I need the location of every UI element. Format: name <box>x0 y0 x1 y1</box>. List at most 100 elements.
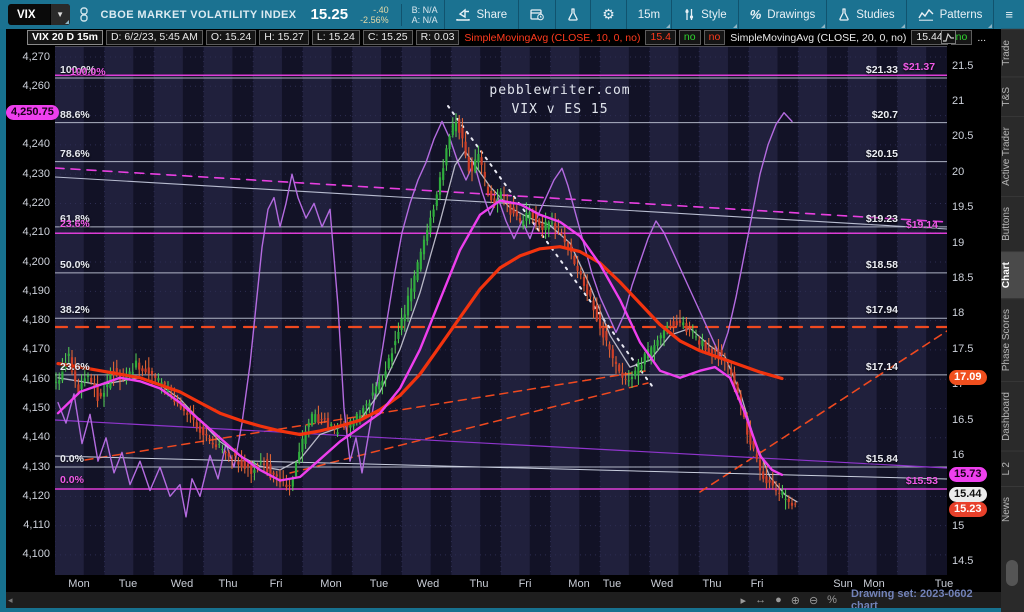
time-axis-label: Wed <box>417 578 439 590</box>
candle-body <box>452 124 454 135</box>
candle-body <box>225 452 227 453</box>
candle-body <box>471 162 473 171</box>
percent-scale-icon[interactable]: % <box>827 594 837 607</box>
sma20-label[interactable]: SimpleMovingAvg (CLOSE, 20, 0, no) <box>728 32 908 44</box>
candle-body <box>676 321 678 325</box>
candle-body <box>586 284 588 294</box>
candle-body <box>468 157 470 171</box>
settings-button[interactable]: ⚙ <box>590 0 626 29</box>
session-stripe <box>303 46 332 575</box>
candle-body <box>631 377 633 379</box>
fib-price-label: $20.7 <box>798 109 898 121</box>
candle-body <box>589 290 591 297</box>
candle-body <box>250 465 252 474</box>
timeframe-button[interactable]: 15m <box>626 0 671 29</box>
candle-body <box>394 341 396 345</box>
left-axis-tick: 4,200 <box>2 256 50 268</box>
right-axis-tick: 19 <box>952 237 964 249</box>
sidebar-tab-chart[interactable]: Chart <box>1001 251 1024 298</box>
zoom-in-icon[interactable]: ⊕ <box>791 594 800 607</box>
auto-center-icon[interactable]: ● <box>775 594 782 607</box>
session-stripe <box>402 46 431 575</box>
patterns-button[interactable]: Patterns <box>906 0 994 29</box>
share-button[interactable]: Share <box>444 0 519 29</box>
candle-body <box>612 349 614 358</box>
candle-body <box>295 463 297 477</box>
header-more[interactable]: ... <box>975 32 988 44</box>
style-button[interactable]: Style <box>671 0 738 29</box>
candle-body <box>701 340 703 346</box>
candle-body <box>660 335 662 338</box>
candle-body <box>682 322 684 325</box>
candle-body <box>321 419 323 420</box>
percent-drawings-icon: % <box>750 7 762 22</box>
right-axis-tick: 14.5 <box>952 555 973 567</box>
fib-pct-label: 50.0% <box>60 259 90 271</box>
candle-body <box>609 344 611 349</box>
right-axis-tick: 16 <box>952 449 964 461</box>
link-icon[interactable] <box>79 7 89 22</box>
chart-line-style-icon[interactable] <box>941 30 956 44</box>
candle-body <box>641 365 643 369</box>
candle-body <box>551 223 553 224</box>
candle-body <box>593 300 595 310</box>
candle-body <box>618 365 620 372</box>
fib-price-label: $18.58 <box>798 259 898 271</box>
sma10-flag2: no <box>704 30 726 45</box>
candle-body <box>381 381 383 386</box>
flask-icon <box>567 8 579 21</box>
candle-body <box>762 471 764 478</box>
sidebar-tab-dashboard[interactable]: Dashboard <box>1001 381 1024 451</box>
candle-body <box>657 340 659 346</box>
sidebar-tab-buttons[interactable]: Buttons <box>1001 196 1024 251</box>
candle-body <box>247 464 249 467</box>
candle-body <box>522 221 524 226</box>
sidebar-tab-trade[interactable]: Trade <box>1001 29 1024 76</box>
sidebar-tab-active-trader[interactable]: Active Trader <box>1001 116 1024 196</box>
statusbar-icons: ▸ ↔ ● ⊕ ⊖% <box>741 594 837 607</box>
candle-body <box>362 408 364 413</box>
sidebar-tab-l-2[interactable]: L 2 <box>1001 451 1024 486</box>
fib-pct-label: 0.0% <box>60 453 84 465</box>
hamburger-icon: ≡ <box>1005 7 1013 22</box>
candle-body <box>794 504 796 505</box>
sma10-label[interactable]: SimpleMovingAvg (CLOSE, 10, 0, no) <box>462 32 642 44</box>
sidebar-scroll-thumb[interactable] <box>1006 560 1018 586</box>
candle-body <box>426 230 428 241</box>
pan-arrows-icon[interactable]: ↔ <box>755 594 766 607</box>
window-edge-left <box>0 29 6 612</box>
candle-body <box>154 375 156 377</box>
calendar-button[interactable] <box>518 0 555 29</box>
field-high: H: 15.27 <box>259 30 309 45</box>
sidebar-tab-news[interactable]: News <box>1001 486 1024 532</box>
collapse-icon[interactable]: ▸ <box>741 594 747 607</box>
candle-body <box>199 426 201 432</box>
zoom-out-icon[interactable]: ⊖ <box>809 594 818 607</box>
candle-body <box>433 209 435 216</box>
collapse-left-icon[interactable]: ◂ <box>8 595 13 606</box>
candle-body <box>324 418 326 419</box>
candle-body <box>260 462 262 463</box>
candle-body <box>487 187 489 195</box>
candle-body <box>775 490 777 491</box>
sidebar-tab-phase-scores[interactable]: Phase Scores <box>1001 298 1024 381</box>
symbol-dropdown[interactable]: VIX ▼ <box>8 4 70 25</box>
fib-pct-label-magenta: 23.6% <box>60 218 90 230</box>
session-stripe <box>105 46 134 575</box>
candle-body <box>484 172 486 178</box>
candle-body <box>145 369 147 373</box>
sidebar-tab-t-s[interactable]: T&S <box>1001 76 1024 116</box>
menu-button[interactable]: ≡ <box>993 0 1024 29</box>
candle-body <box>378 382 380 389</box>
left-axis-tick: 4,190 <box>2 285 50 297</box>
studies-button[interactable]: Studies <box>826 0 905 29</box>
time-axis-label: Tue <box>603 578 622 590</box>
drawings-button[interactable]: % Drawings <box>738 0 827 29</box>
candle-body <box>442 168 444 180</box>
candle-body <box>420 252 422 269</box>
candle-body <box>778 493 780 494</box>
candle-body <box>772 480 774 485</box>
candle-body <box>621 372 623 377</box>
analysis-tools-button[interactable] <box>555 0 590 29</box>
candle-body <box>529 212 531 219</box>
